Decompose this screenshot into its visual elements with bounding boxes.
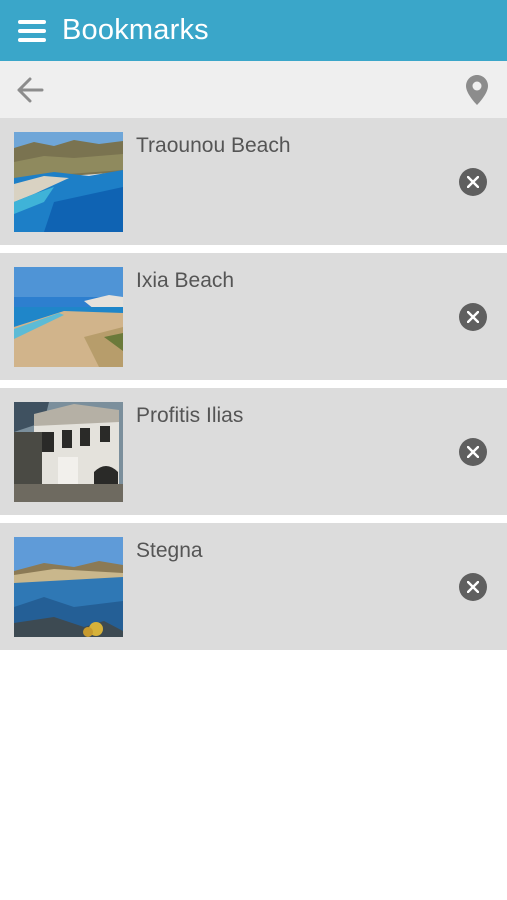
toolbar (0, 61, 507, 118)
map-button[interactable] (447, 61, 507, 118)
bookmark-list: Traounou Beach Ixia Beach Profitis Ilias… (0, 118, 507, 658)
bookmark-thumbnail (14, 132, 123, 232)
map-pin-icon (466, 74, 488, 105)
bookmark-item[interactable]: Traounou Beach (0, 118, 507, 245)
bookmark-item[interactable]: Profitis Ilias (0, 388, 507, 515)
remove-bookmark-button[interactable] (459, 303, 487, 331)
remove-bookmark-button[interactable] (459, 573, 487, 601)
app-header: Bookmarks (0, 0, 507, 61)
bookmark-title: Ixia Beach (136, 269, 235, 292)
remove-bookmark-button[interactable] (459, 168, 487, 196)
close-icon (467, 581, 479, 593)
arrow-left-icon (17, 77, 44, 102)
bookmark-thumbnail (14, 267, 123, 367)
close-icon (467, 311, 479, 323)
bookmark-title: Profitis Ilias (136, 404, 244, 427)
close-icon (467, 176, 479, 188)
bookmark-thumbnail (14, 537, 123, 637)
close-icon (467, 446, 479, 458)
bookmark-item[interactable]: Stegna (0, 523, 507, 650)
menu-button[interactable] (0, 0, 62, 61)
bookmark-thumbnail (14, 402, 123, 502)
bookmark-title: Traounou Beach (136, 134, 291, 157)
remove-bookmark-button[interactable] (459, 438, 487, 466)
hamburger-menu-icon (18, 19, 46, 42)
back-button[interactable] (0, 61, 60, 118)
page-title: Bookmarks (62, 14, 209, 46)
bookmark-title: Stegna (136, 539, 203, 562)
bookmark-item[interactable]: Ixia Beach (0, 253, 507, 380)
